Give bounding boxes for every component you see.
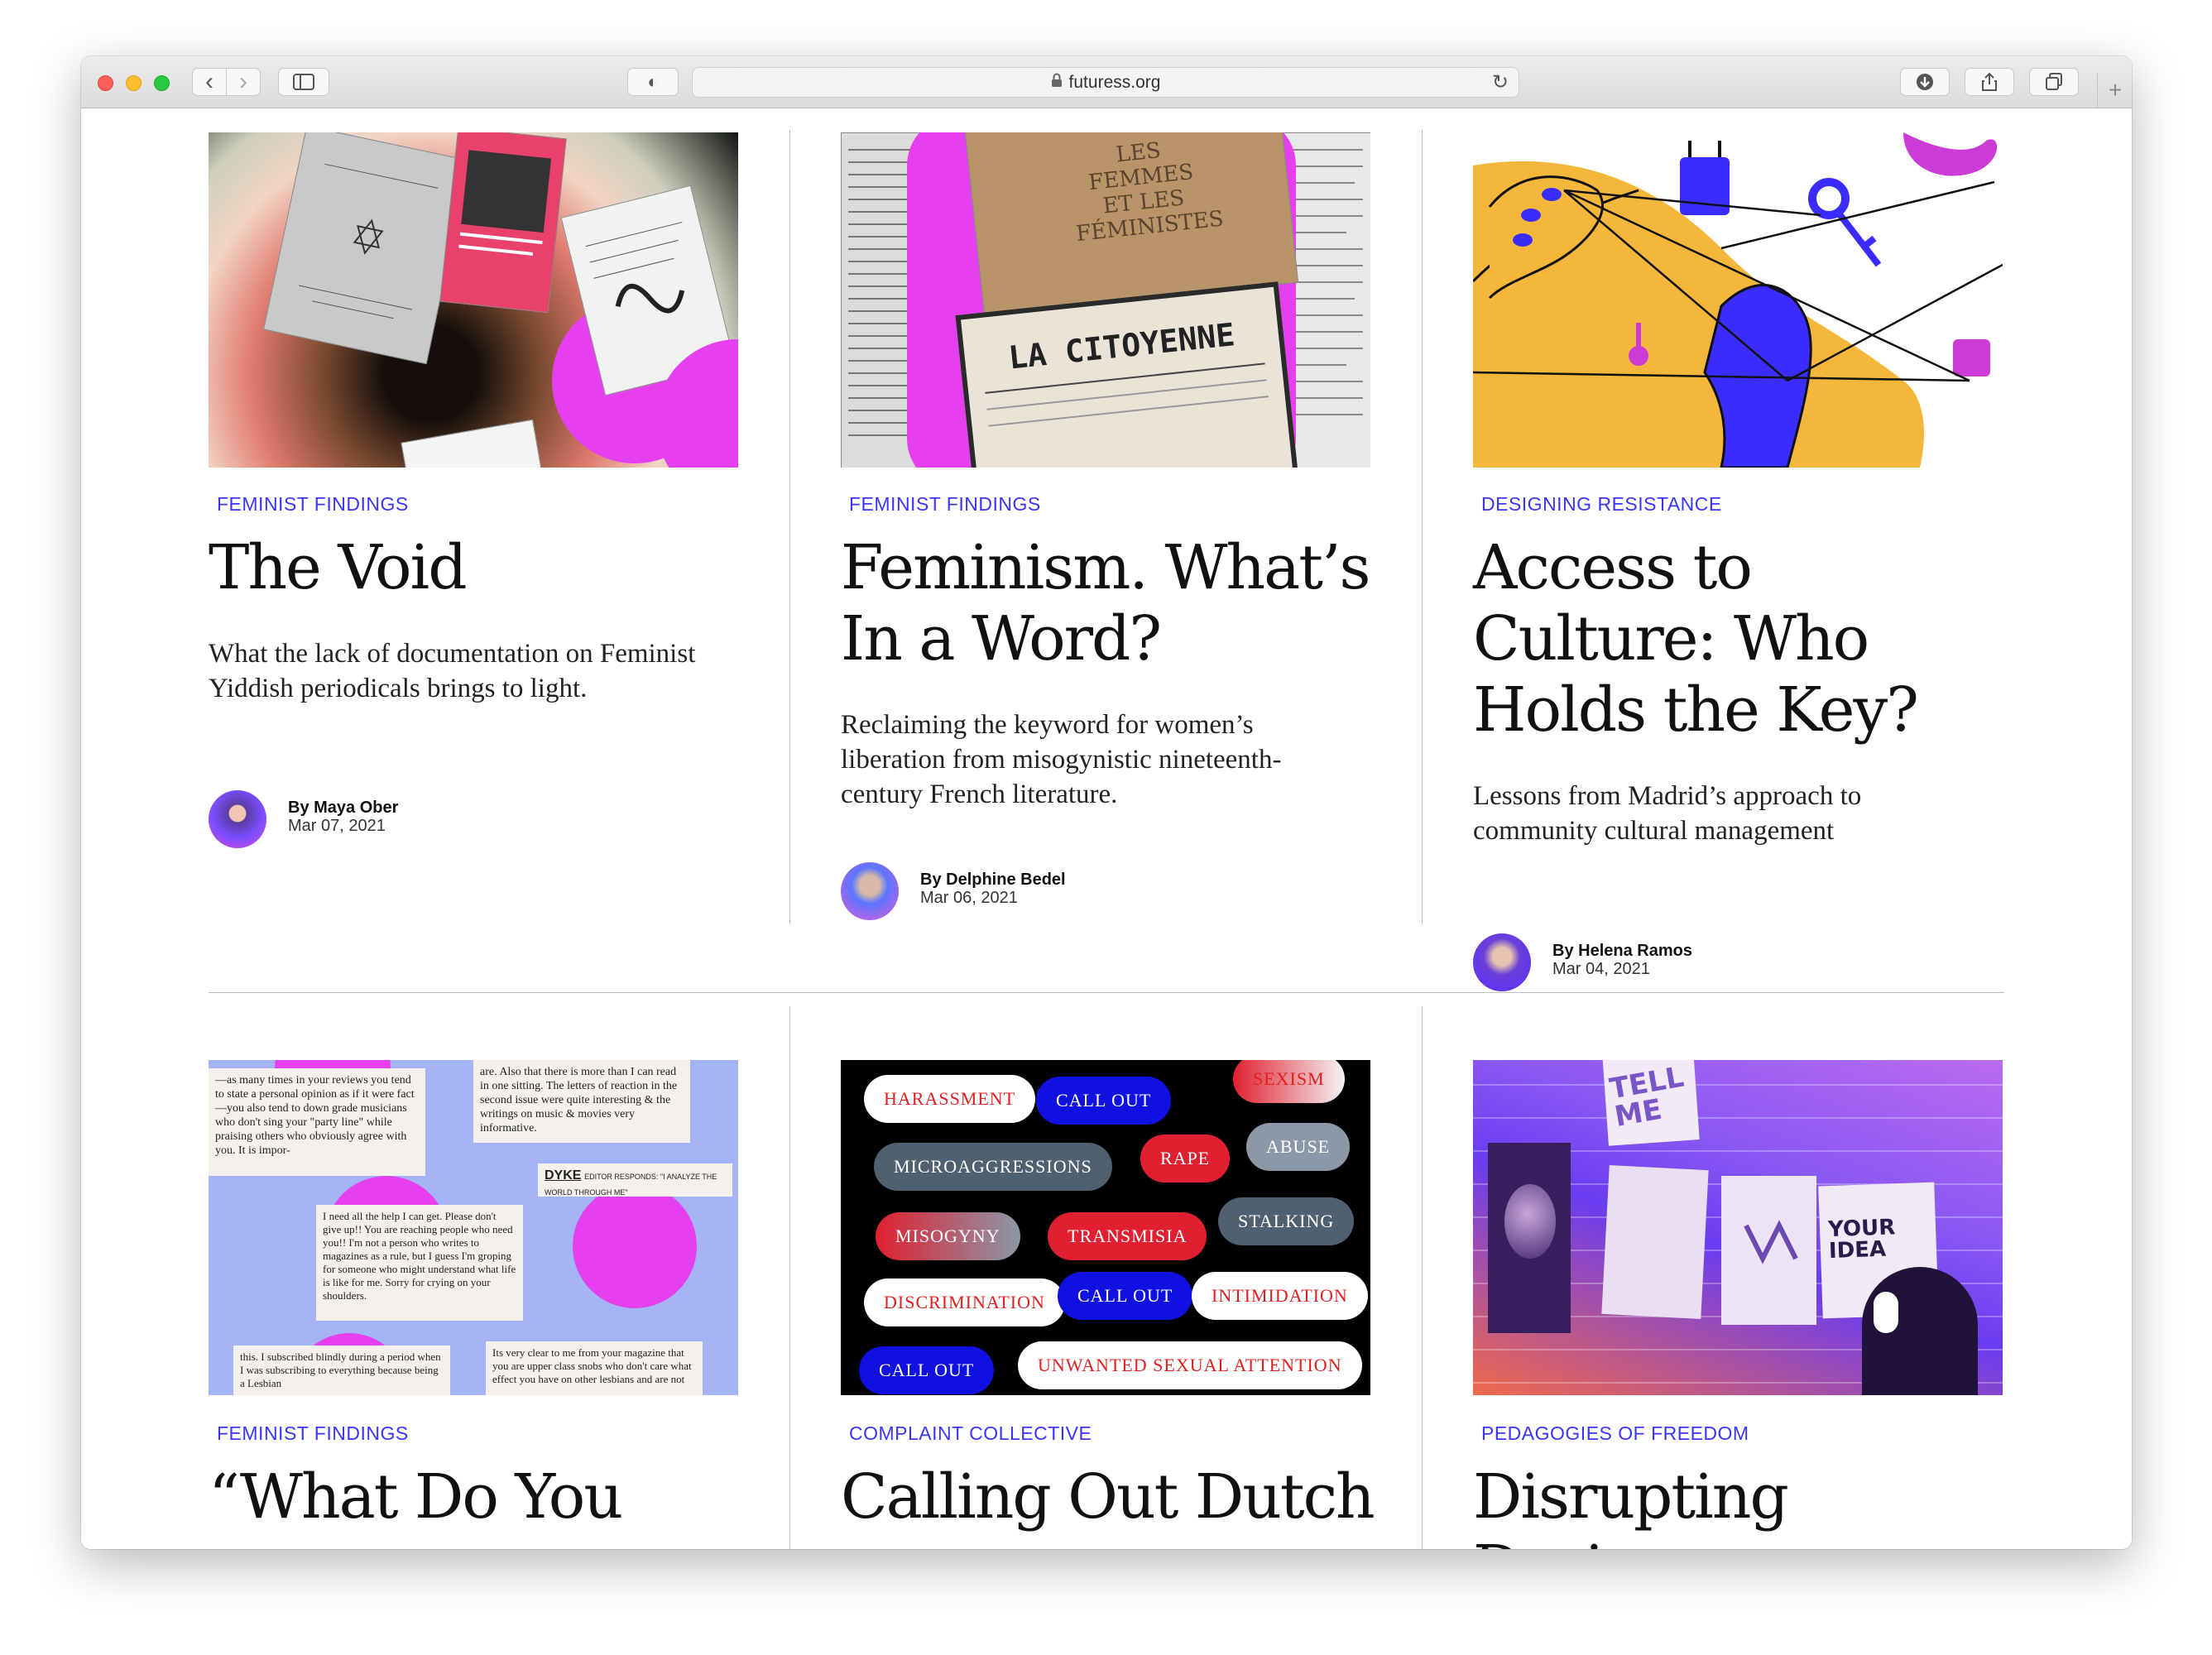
article-image[interactable] (209, 132, 738, 468)
column-divider (789, 130, 790, 924)
dyke-heading: DYKE EDITOR RESPONDS: "I ANALYZE THE WOR… (538, 1163, 732, 1197)
speech-bubble: MICROAGGRESSIONS (874, 1143, 1112, 1191)
person-silhouette (1862, 1267, 1978, 1395)
article-category[interactable]: Feminist Findings (849, 493, 1041, 516)
periodical-cover (439, 132, 567, 314)
lock-icon (1051, 73, 1063, 93)
shield-icon[interactable]: ◐ (627, 68, 679, 96)
keys-illustration (1473, 132, 2003, 468)
minimize-window-button[interactable] (126, 75, 142, 91)
article-title[interactable]: Disrupting Design (1473, 1461, 2003, 1549)
address-bar[interactable]: futuress.org ↻ (692, 67, 1519, 98)
browser-window: ‹ › ◐ futuress.org ↻ + FEMINIST FINDINGS… (81, 56, 2132, 1549)
speech-bubble: SEXISM (1233, 1060, 1345, 1103)
speech-bubble: STALKING (1218, 1197, 1355, 1245)
periodical-cover (263, 132, 470, 365)
newspaper-clipping: LA CITOYENNE (955, 281, 1299, 468)
article-category[interactable]: Feminist Findings (217, 1422, 409, 1445)
article-card-access-culture[interactable]: Designing Resistance Access to Culture: … (1473, 132, 2003, 991)
author-name[interactable]: By Maya Ober (288, 799, 398, 818)
letter-clipping: Its very clear to me from your magazine … (486, 1341, 703, 1395)
periodical-cover (401, 419, 548, 468)
article-card-what-do-you[interactable]: —as many times in your reviews you tend … (209, 1060, 738, 1549)
speech-bubble: RAPE (1140, 1135, 1231, 1182)
article-category[interactable]: Designing Resistance (1481, 493, 1722, 516)
share-icon[interactable] (1965, 68, 2014, 96)
article-author[interactable]: By Delphine Bedel Mar 06, 2021 (841, 862, 1337, 920)
avatar[interactable] (209, 790, 266, 848)
column-divider (789, 1006, 790, 1549)
column-divider (1422, 130, 1423, 924)
speech-bubble: CALL OUT (1058, 1272, 1193, 1320)
new-tab-icon[interactable]: + (2097, 73, 2132, 108)
column-divider (1422, 1006, 1423, 1549)
poster (1721, 1176, 1816, 1325)
letter-clipping: this. I subscribed blindly during a peri… (233, 1346, 450, 1395)
forward-icon[interactable]: › (226, 68, 261, 96)
article-description: Reclaiming the keyword for women’s liber… (841, 710, 1282, 809)
poster (1601, 1164, 1709, 1320)
article-card-disrupting-design[interactable]: TELL ME YOUR IDEA Pedagogies of Freedom … (1473, 1060, 2003, 1549)
article-description: What the lack of documentation on Femini… (209, 639, 696, 703)
download-icon[interactable] (1900, 68, 1950, 96)
publish-date: Mar 06, 2021 (920, 889, 1018, 907)
article-category[interactable]: Pedagogies of Freedom (1481, 1422, 1749, 1445)
avatar[interactable] (1473, 933, 1531, 991)
article-author[interactable]: By Helena Ramos Mar 04, 2021 (1473, 933, 1970, 991)
avatar[interactable] (841, 862, 899, 920)
article-card-calling-out[interactable]: HARASSMENT CALL OUT SEXISM MICROAGGRESSI… (841, 1060, 1375, 1549)
reload-icon[interactable]: ↻ (1492, 70, 1509, 94)
speech-bubble: UNWANTED SEXUAL ATTENTION (1018, 1341, 1362, 1389)
speech-bubble: DISCRIMINATION (864, 1278, 1065, 1326)
close-window-button[interactable] (98, 75, 113, 91)
book-title: LES FEMMES ET LES FÉMINISTES (1074, 138, 1225, 247)
speech-bubble: ABUSE (1246, 1123, 1351, 1171)
letter-clipping: are. Also that there is more than I can … (473, 1060, 690, 1143)
article-title[interactable]: The Void (209, 532, 738, 603)
speech-bubble: HARASSMENT (864, 1075, 1036, 1123)
article-category[interactable]: Complaint Collective (849, 1422, 1092, 1445)
article-title[interactable]: Calling Out Dutch (841, 1461, 1403, 1533)
poster-text: YOUR IDEA (1827, 1215, 1896, 1264)
publish-date: Mar 07, 2021 (288, 817, 386, 835)
speech-bubble: CALL OUT (859, 1346, 995, 1394)
tabs-icon[interactable] (2029, 68, 2079, 96)
browser-toolbar: ‹ › ◐ futuress.org ↻ + (81, 56, 2132, 108)
letter-clipping: —as many times in your reviews you tend … (209, 1068, 425, 1176)
author-name[interactable]: By Helena Ramos (1552, 942, 1692, 961)
back-icon[interactable]: ‹ (192, 68, 227, 96)
speech-bubble: MISOGYNY (876, 1212, 1020, 1260)
speech-bubble: INTIMIDATION (1192, 1272, 1368, 1320)
portrait-poster (1488, 1143, 1571, 1333)
speech-bubble: CALL OUT (1036, 1077, 1172, 1125)
article-image[interactable]: —as many times in your reviews you tend … (209, 1060, 738, 1395)
article-image[interactable] (1473, 132, 2003, 468)
article-author[interactable]: By Maya Ober Mar 07, 2021 (209, 790, 705, 848)
article-category[interactable]: Feminist Findings (217, 493, 409, 516)
article-description: Lessons from Madrid’s approach to commun… (1473, 781, 1862, 846)
article-image[interactable]: TELL ME YOUR IDEA (1473, 1060, 2003, 1395)
magenta-circle (573, 1184, 697, 1308)
author-name[interactable]: By Delphine Bedel (920, 871, 1066, 890)
poster: TELL ME (1602, 1060, 1700, 1146)
article-title[interactable]: Feminism. What’s In a Word? (841, 532, 1387, 674)
sidebar-icon[interactable] (278, 68, 329, 96)
article-card-feminism-word[interactable]: LES FEMMES ET LES FÉMINISTES LA CITOYENN… (841, 132, 1371, 927)
zoom-window-button[interactable] (154, 75, 170, 91)
page-content: Feminist Findings The Void What the lack… (81, 108, 2132, 1549)
newspaper-masthead: LA CITOYENNE (1006, 316, 1237, 377)
article-card-the-void[interactable]: Feminist Findings The Void What the lack… (209, 132, 738, 861)
speech-bubble: TRANSMISIA (1048, 1212, 1207, 1260)
url-text: futuress.org (1068, 72, 1161, 92)
article-image[interactable]: LES FEMMES ET LES FÉMINISTES LA CITOYENN… (841, 132, 1370, 468)
publish-date: Mar 04, 2021 (1552, 960, 1650, 978)
article-title[interactable]: “What Do You (209, 1461, 738, 1533)
article-image[interactable]: HARASSMENT CALL OUT SEXISM MICROAGGRESSI… (841, 1060, 1370, 1395)
row-divider (209, 992, 2004, 993)
letter-clipping: I need all the help I can get. Please do… (316, 1205, 523, 1321)
dyke-title: DYKE (545, 1168, 582, 1182)
article-title[interactable]: Access to Culture: Who Holds the Key? (1473, 532, 2003, 746)
poster-text: TELL ME (1607, 1060, 1687, 1135)
